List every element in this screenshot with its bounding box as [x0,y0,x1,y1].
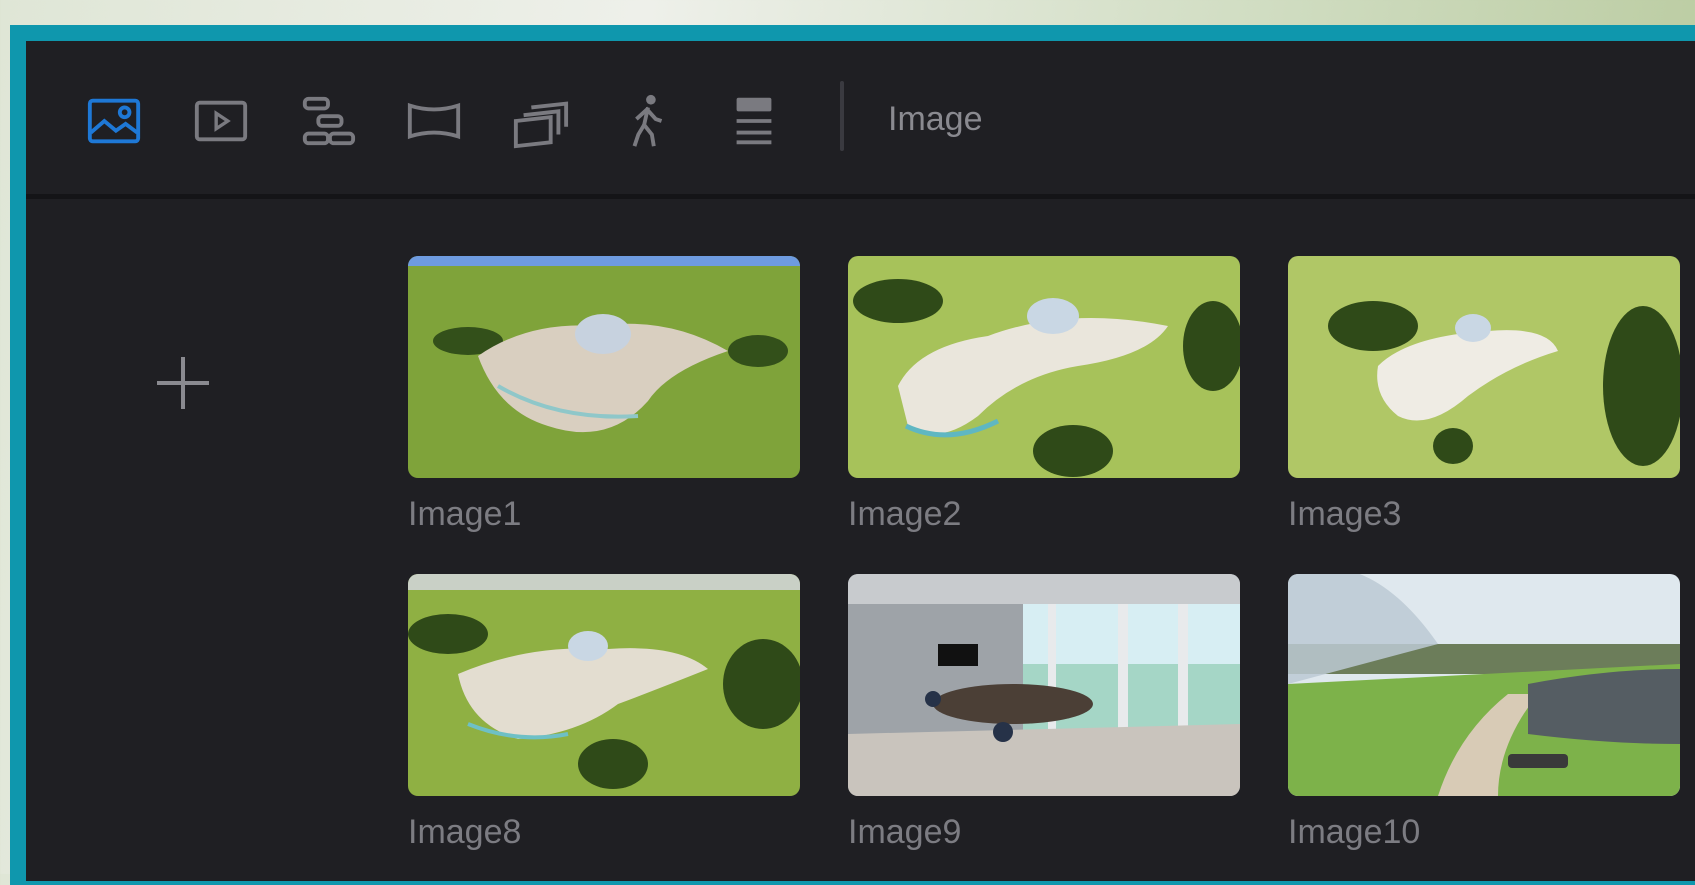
layers-mode-button[interactable] [722,89,786,153]
flow-mode-button[interactable] [296,89,360,153]
image-thumbnail-2 [848,256,1240,478]
image-card-label: Image3 [1288,495,1402,533]
panorama-icon [407,102,461,140]
toolbar-divider [840,81,844,151]
image-card-10[interactable]: Image10 [1288,574,1680,852]
plus-icon [157,357,209,409]
image-thumbnail-3 [1288,256,1680,478]
image-card-label: Image10 [1288,813,1421,851]
video-mode-button[interactable] [189,89,253,153]
image-thumbnail-8 [408,574,800,796]
image-card-label: Image8 [408,813,522,851]
gallery-icon [513,101,569,149]
walk-mode-button[interactable] [616,89,680,153]
image-mode-button[interactable] [82,89,146,153]
flow-icon [302,96,356,146]
mode-title: Image [888,100,983,138]
image-thumbnail-1 [408,256,800,478]
image-card-2[interactable]: Image2 [848,256,1240,534]
add-image-button[interactable] [141,341,225,425]
image-card-1[interactable]: Image1 [408,256,800,534]
gallery-mode-button[interactable] [509,89,573,153]
walk-icon [632,94,663,147]
image-card-3[interactable]: Image3 [1288,256,1680,534]
media-panel: Image Image1 Image2 Image3 Image8 Image9… [26,41,1695,881]
layers-icon [736,97,772,145]
image-icon [87,98,141,144]
image-thumbnail-10 [1288,574,1680,796]
image-card-label: Image2 [848,495,962,533]
video-icon [194,100,248,142]
image-card-9[interactable]: Image9 [848,574,1240,852]
image-card-label: Image9 [848,813,962,851]
toolbar: Image [26,41,1695,199]
image-thumbnail-9 [848,574,1240,796]
image-card-label: Image1 [408,495,522,533]
panorama-mode-button[interactable] [402,89,466,153]
image-card-8[interactable]: Image8 [408,574,800,852]
